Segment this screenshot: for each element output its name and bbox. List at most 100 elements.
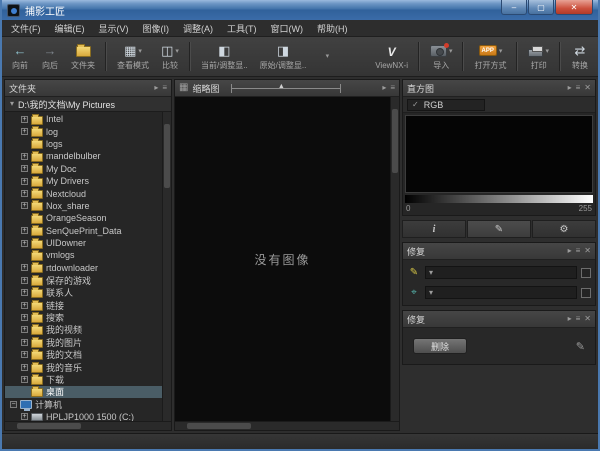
expand-toggle-icon[interactable]: +	[21, 351, 28, 358]
expand-toggle-icon[interactable]: +	[21, 128, 28, 135]
expand-toggle-icon[interactable]: +	[21, 264, 28, 271]
tree-item-folder[interactable]: +UIDowner	[5, 237, 162, 249]
menu-image[interactable]: 图像(I)	[136, 20, 177, 36]
tab-edit[interactable]: ✎	[467, 220, 531, 238]
expand-toggle-icon[interactable]: +	[21, 190, 28, 197]
tree-item-folder[interactable]: +保存的游戏	[5, 274, 162, 286]
tree-item-folder[interactable]: +下载	[5, 373, 162, 385]
expand-toggle-icon[interactable]: +	[21, 376, 28, 383]
print-button[interactable]: ▾ 打印	[523, 39, 554, 74]
clone-enable-checkbox[interactable]	[581, 288, 591, 298]
convert-button[interactable]: ⇄ 转换	[566, 39, 594, 74]
close-icon[interactable]: ✕	[584, 84, 591, 92]
original-adjust-button[interactable]: ◨ 原始/调整显..	[255, 39, 312, 74]
close-icon[interactable]: ✕	[584, 315, 591, 323]
expand-toggle-icon[interactable]: −	[10, 401, 17, 408]
panel-menu-icon[interactable]: ≡	[576, 84, 581, 92]
tree-item-folder[interactable]: +我的视频	[5, 324, 162, 336]
tree-item-folder[interactable]: +联系人	[5, 286, 162, 298]
forward-button[interactable]: → 向后	[36, 39, 64, 74]
menu-window[interactable]: 窗口(W)	[264, 20, 311, 36]
compare-button[interactable]: ◫ ▾ 比较	[156, 39, 184, 74]
tree-item-computer[interactable]: −计算机	[5, 398, 162, 410]
expand-toggle-icon[interactable]: +	[21, 302, 28, 309]
folders-vertical-scrollbar[interactable]	[162, 112, 171, 421]
tree-item-folder[interactable]: +我的图片	[5, 336, 162, 348]
expand-toggle-icon[interactable]: +	[21, 339, 28, 346]
delete-button[interactable]: 删除	[413, 338, 467, 354]
expand-toggle-icon[interactable]: +	[21, 165, 28, 172]
panel-menu-icon[interactable]: ≡	[576, 247, 581, 255]
brush-tool-icon[interactable]: ✎	[407, 268, 421, 278]
expand-toggle-icon[interactable]: +	[21, 277, 28, 284]
expand-toggle-icon[interactable]: +	[21, 178, 28, 185]
close-button[interactable]: ✕	[555, 0, 593, 15]
chevron-right-icon[interactable]: ▸	[568, 84, 572, 92]
maximize-button[interactable]: ▢	[528, 0, 554, 15]
tree-item-folder[interactable]: +log	[5, 125, 162, 137]
clone-options-dropdown[interactable]: ▾	[425, 286, 577, 299]
folders-horizontal-scrollbar[interactable]	[5, 421, 171, 430]
expand-toggle-icon[interactable]: +	[21, 364, 28, 371]
menu-tools[interactable]: 工具(T)	[220, 20, 264, 36]
scrollbar-thumb[interactable]	[392, 109, 398, 173]
tree-item-folder[interactable]: +Nextcloud	[5, 187, 162, 199]
tree-item-folder[interactable]: +My Doc	[5, 163, 162, 175]
expand-toggle-icon[interactable]: +	[21, 227, 28, 234]
channel-select[interactable]: ✓ RGB	[407, 99, 485, 111]
tree-item-folder[interactable]: +mandelbulber	[5, 150, 162, 162]
expand-toggle-icon[interactable]: +	[21, 314, 28, 321]
tree-item-folder[interactable]: +rtdownloader	[5, 262, 162, 274]
menu-help[interactable]: 帮助(H)	[310, 20, 355, 36]
tree-item-folder[interactable]: +我的音乐	[5, 361, 162, 373]
panel-menu-icon[interactable]: ≡	[390, 84, 395, 92]
display-options-dropdown[interactable]: ▾	[313, 39, 341, 74]
view-mode-button[interactable]: ▦ ▾ 查看模式	[112, 39, 154, 74]
tab-info[interactable]: i	[402, 220, 466, 238]
thumbnail-vertical-scrollbar[interactable]	[390, 97, 399, 421]
tree-item-folder[interactable]: +搜索	[5, 311, 162, 323]
thumbnail-size-slider[interactable]: ▲	[231, 84, 341, 93]
thumbnail-horizontal-scrollbar[interactable]	[175, 421, 399, 430]
minimize-button[interactable]: –	[501, 0, 527, 15]
menu-adjust[interactable]: 调整(A)	[176, 20, 220, 36]
tree-item-folder[interactable]: +SenQuePrint_Data	[5, 225, 162, 237]
back-button[interactable]: ← 向前	[6, 39, 34, 74]
chevron-right-icon[interactable]: ▸	[154, 84, 158, 92]
expand-toggle-icon[interactable]: +	[21, 153, 28, 160]
scrollbar-thumb[interactable]	[17, 423, 81, 429]
tree-item-folder[interactable]: OrangeSeason	[5, 212, 162, 224]
menu-edit[interactable]: 编辑(E)	[48, 20, 92, 36]
tree-item-folder[interactable]: 桌面	[5, 386, 162, 398]
tree-item-folder[interactable]: vmlogs	[5, 249, 162, 261]
tree-item-folder[interactable]: +My Drivers	[5, 175, 162, 187]
viewnx-button[interactable]: V ViewNX-i	[370, 39, 413, 74]
folder-path-selector[interactable]: ▾ D:\我的文档\My Pictures	[5, 97, 171, 112]
retouch-brush-icon[interactable]: ✎	[576, 340, 585, 353]
chevron-right-icon[interactable]: ▸	[568, 315, 572, 323]
expand-toggle-icon[interactable]: +	[21, 240, 28, 247]
tree-item-folder[interactable]: +Intel	[5, 113, 162, 125]
current-adjust-button[interactable]: ◧ 当前/调整显..	[196, 39, 253, 74]
panel-menu-icon[interactable]: ≡	[576, 315, 581, 323]
panel-menu-icon[interactable]: ≡	[162, 84, 167, 92]
tree-item-drive[interactable]: +HPLJP1000 1500 (C:)	[5, 410, 162, 421]
chevron-right-icon[interactable]: ▸	[382, 84, 386, 92]
expand-toggle-icon[interactable]: +	[21, 289, 28, 296]
chevron-right-icon[interactable]: ▸	[568, 247, 572, 255]
expand-toggle-icon[interactable]: +	[21, 326, 28, 333]
folder-button[interactable]: 文件夹	[66, 39, 100, 74]
import-button[interactable]: ▾ 导入	[425, 39, 458, 74]
tree-item-folder[interactable]: +Nox_share	[5, 200, 162, 212]
expand-toggle-icon[interactable]: +	[21, 116, 28, 123]
tree-item-folder[interactable]: logs	[5, 138, 162, 150]
slider-handle[interactable]: ▲	[278, 83, 285, 90]
expand-toggle-icon[interactable]: +	[21, 413, 28, 420]
expand-toggle-icon[interactable]: +	[21, 202, 28, 209]
close-icon[interactable]: ✕	[584, 247, 591, 255]
open-with-button[interactable]: APP ▾ 打开方式	[469, 39, 511, 74]
menu-view[interactable]: 显示(V)	[92, 20, 136, 36]
brush-enable-checkbox[interactable]	[581, 268, 591, 278]
tab-tools[interactable]: ⚙	[532, 220, 596, 238]
tree-item-folder[interactable]: +链接	[5, 299, 162, 311]
